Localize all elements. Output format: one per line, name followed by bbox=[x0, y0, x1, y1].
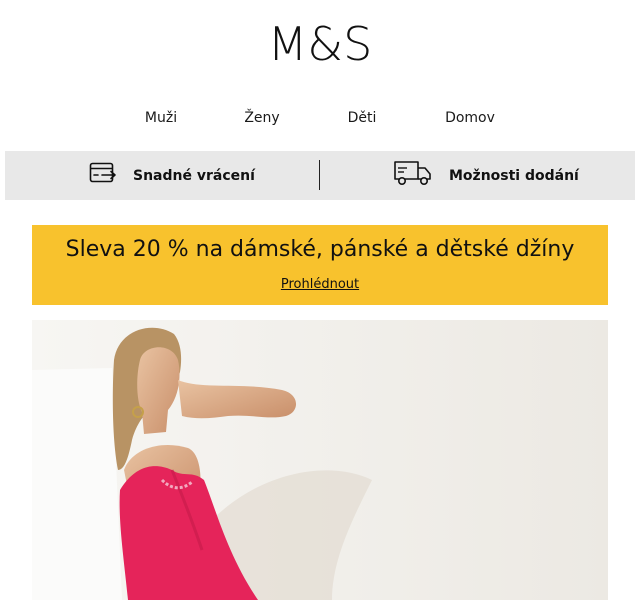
nav-item-kids[interactable]: Děti bbox=[348, 106, 377, 130]
delivery-options-label: Možnosti dodání bbox=[449, 167, 579, 184]
easy-returns-link[interactable]: Snadné vrácení bbox=[89, 151, 255, 200]
easy-returns-label: Snadné vrácení bbox=[133, 167, 255, 184]
promo-headline: Sleva 20 % na dámské, pánské a dětské dž… bbox=[65, 237, 575, 262]
nav-item-men[interactable]: Muži bbox=[145, 106, 177, 130]
card-return-icon bbox=[89, 161, 117, 190]
service-bar: Snadné vrácení Možnosti dodání bbox=[5, 151, 635, 200]
browse-link[interactable]: Prohlédnout bbox=[32, 276, 608, 294]
service-divider bbox=[319, 160, 320, 190]
promo-banner: Sleva 20 % na dámské, pánské a dětské dž… bbox=[32, 225, 608, 305]
nav-item-home[interactable]: Domov bbox=[445, 106, 495, 130]
nav-item-women[interactable]: Ženy bbox=[244, 106, 279, 130]
main-nav: Muži Ženy Děti Domov bbox=[0, 106, 640, 130]
delivery-truck-icon bbox=[393, 159, 433, 192]
delivery-options-link[interactable]: Možnosti dodání bbox=[393, 151, 579, 200]
hero-image[interactable] bbox=[32, 320, 608, 600]
brand-logo[interactable]: M&S bbox=[0, 14, 640, 74]
